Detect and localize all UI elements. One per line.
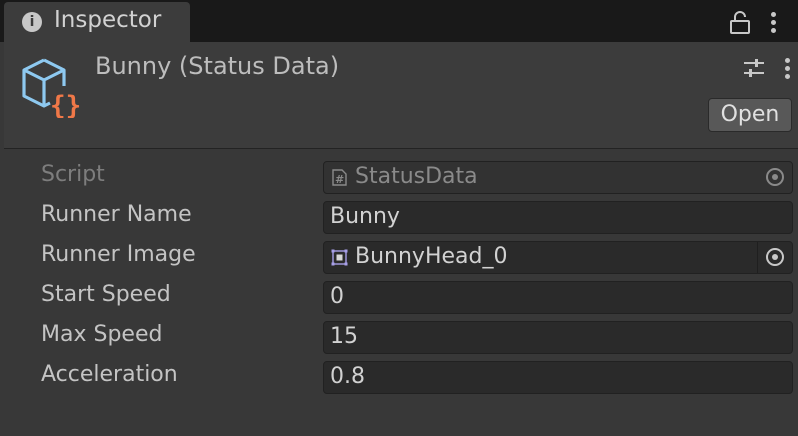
acceleration-field[interactable]: 0.8 bbox=[323, 361, 793, 394]
start-speed-value: 0 bbox=[330, 284, 344, 309]
tab-label: Inspector bbox=[54, 7, 162, 33]
runner-name-value: Bunny bbox=[330, 204, 400, 229]
preset-settings-icon[interactable] bbox=[742, 56, 766, 80]
max-speed-field[interactable]: 15 bbox=[323, 321, 793, 354]
tab-bar: i Inspector bbox=[0, 0, 798, 42]
runner-image-value: BunnyHead_0 bbox=[355, 244, 508, 269]
property-row-acceleration: Acceleration 0.8 bbox=[4, 357, 798, 397]
object-picker-button[interactable] bbox=[757, 242, 792, 273]
inspector-window: i Inspector {} Bunny (Status Data) Open … bbox=[0, 0, 798, 436]
property-row-runner-name: Runner Name Bunny bbox=[4, 197, 798, 237]
csharp-script-icon: # bbox=[332, 169, 347, 186]
script-field: # StatusData bbox=[323, 161, 793, 194]
info-icon: i bbox=[22, 12, 42, 32]
runner-image-label: Runner Image bbox=[41, 242, 196, 267]
object-picker-icon bbox=[758, 162, 792, 193]
asset-header: {} Bunny (Status Data) Open bbox=[4, 42, 798, 149]
property-row-start-speed: Start Speed 0 bbox=[4, 277, 798, 317]
script-label: Script bbox=[41, 162, 105, 187]
tab-menu-icon[interactable] bbox=[768, 10, 778, 34]
sprite-icon bbox=[331, 249, 348, 266]
script-value: StatusData bbox=[355, 164, 478, 189]
start-speed-field[interactable]: 0 bbox=[323, 281, 793, 314]
acceleration-value: 0.8 bbox=[330, 364, 365, 389]
runner-image-field[interactable]: BunnyHead_0 bbox=[323, 241, 793, 274]
open-button[interactable]: Open bbox=[708, 98, 792, 132]
header-menu-icon[interactable] bbox=[782, 56, 792, 80]
svg-text:{}: {} bbox=[50, 91, 81, 118]
asset-title: Bunny (Status Data) bbox=[95, 52, 340, 80]
runner-name-label: Runner Name bbox=[41, 202, 192, 227]
runner-name-field[interactable]: Bunny bbox=[323, 201, 793, 234]
property-list: Script # StatusData Runner Name Bunny Ru… bbox=[4, 149, 798, 436]
max-speed-value: 15 bbox=[330, 324, 358, 349]
tab-inspector[interactable]: i Inspector bbox=[4, 2, 190, 42]
target-icon bbox=[766, 248, 784, 266]
max-speed-label: Max Speed bbox=[41, 322, 163, 347]
property-row-runner-image: Runner Image BunnyHead_0 bbox=[4, 237, 798, 277]
acceleration-label: Acceleration bbox=[41, 362, 178, 387]
start-speed-label: Start Speed bbox=[41, 282, 171, 307]
property-row-script: Script # StatusData bbox=[4, 157, 798, 197]
svg-text:#: # bbox=[335, 173, 344, 186]
scriptable-object-icon: {} bbox=[22, 58, 81, 118]
lock-icon[interactable] bbox=[728, 10, 752, 34]
property-row-max-speed: Max Speed 15 bbox=[4, 317, 798, 357]
